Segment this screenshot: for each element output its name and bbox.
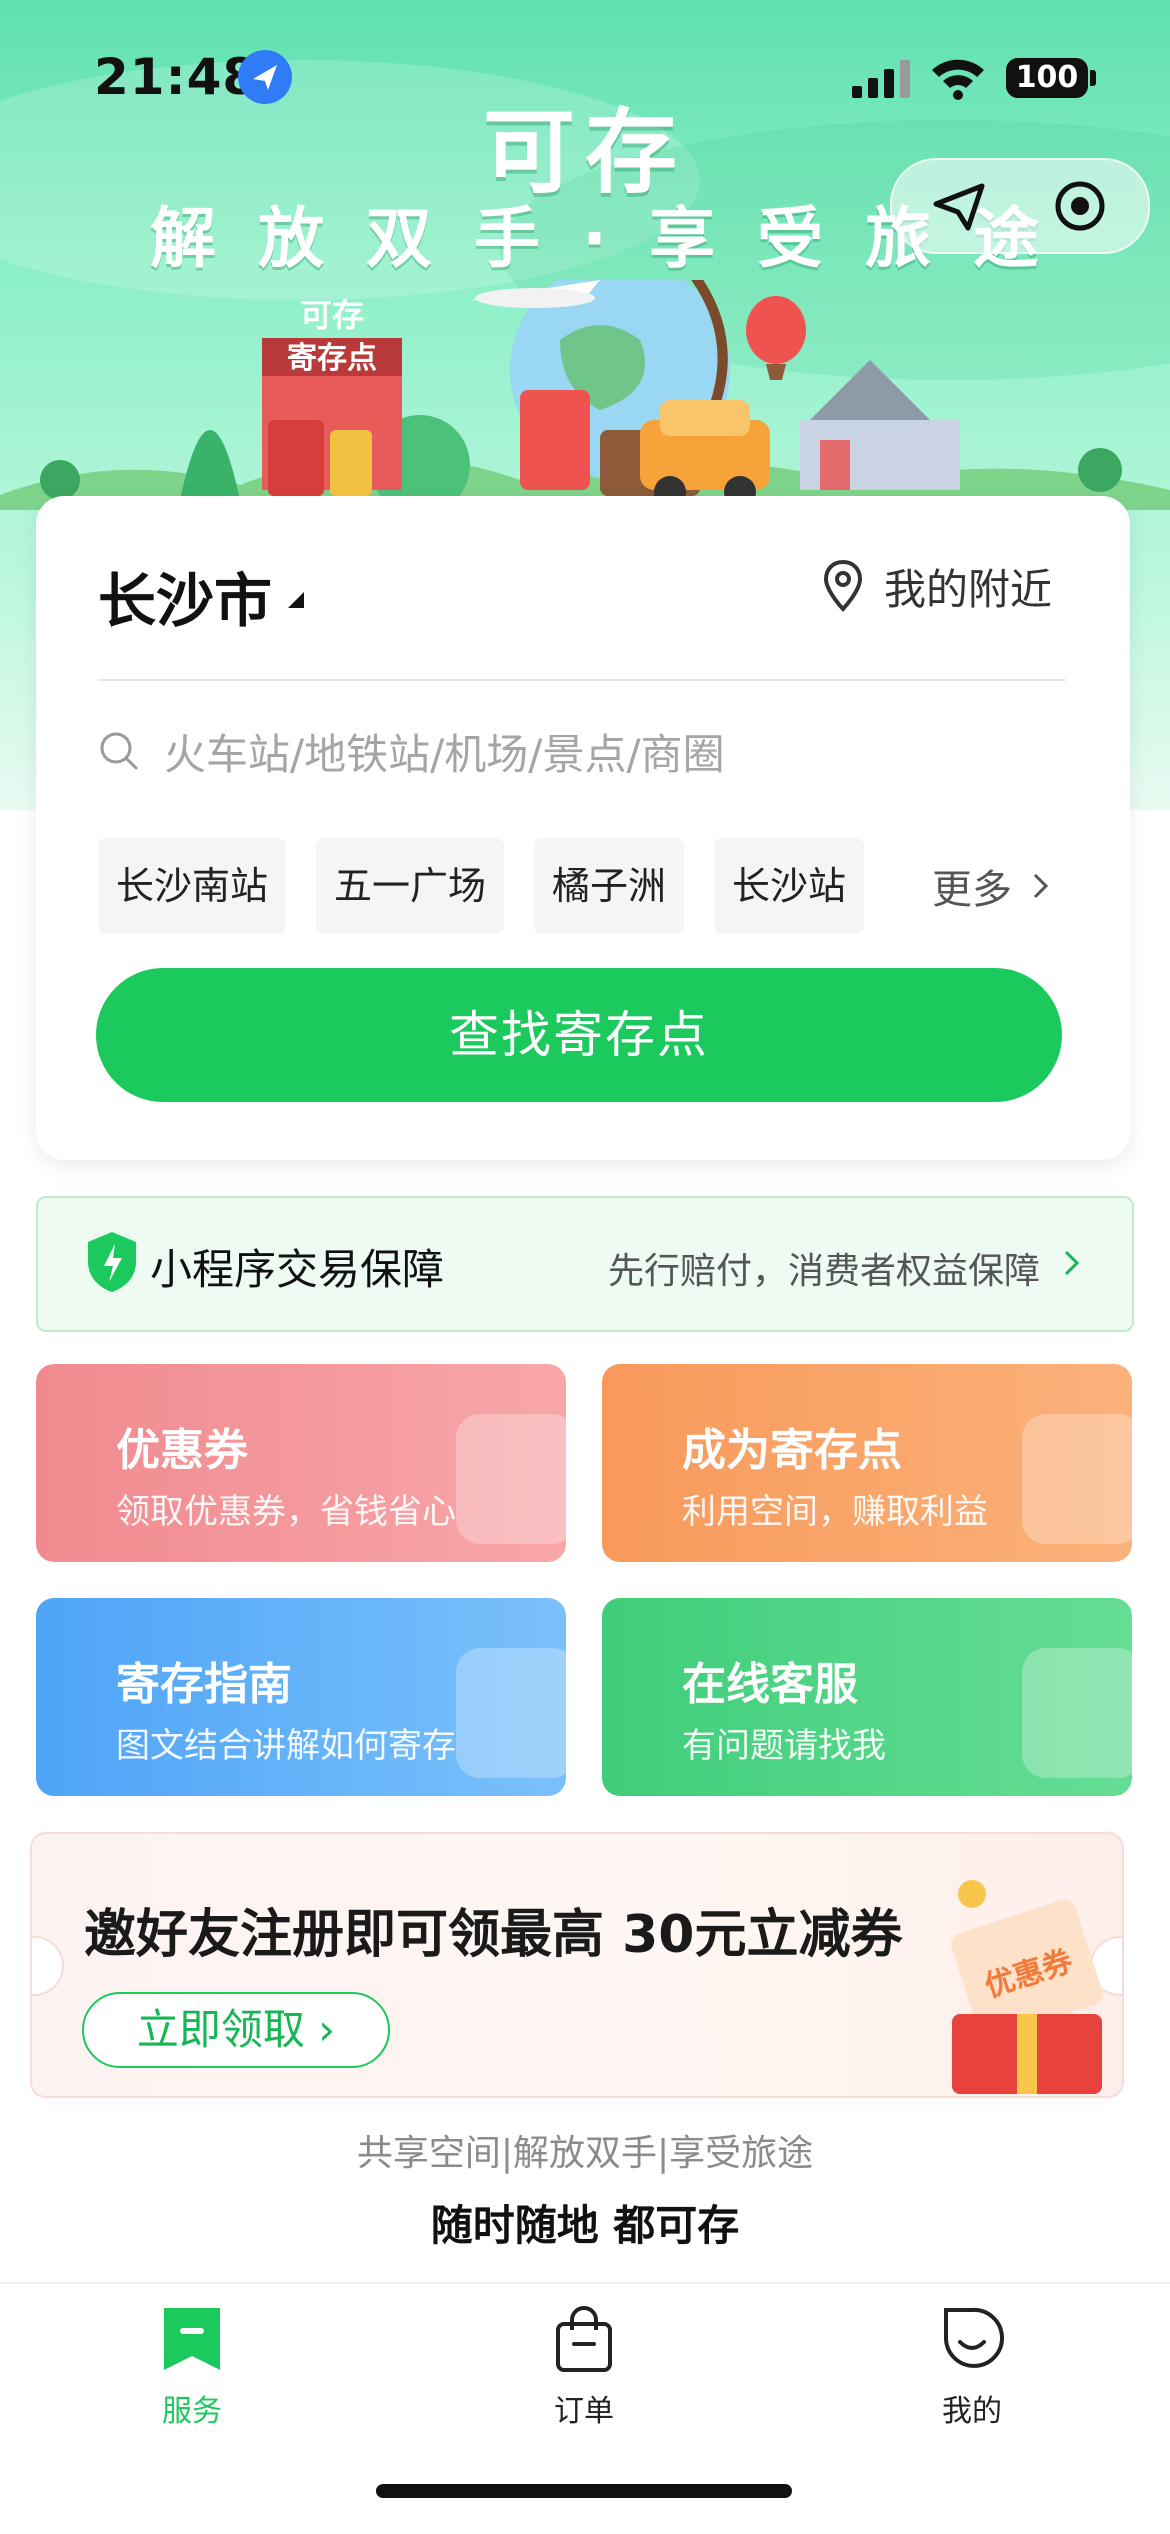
- bookmark-icon: [164, 2308, 220, 2370]
- quick-tag-wuyi-square[interactable]: 五一广场: [316, 838, 505, 934]
- tile-subtitle: 有问题请找我: [682, 1726, 886, 1766]
- sign-top-text: 可存: [300, 296, 364, 334]
- search-icon: [100, 732, 138, 770]
- bell-decor-icon: [456, 1648, 566, 1778]
- chevron-right-icon: [1064, 1250, 1080, 1276]
- online-service-tile[interactable]: 在线客服 有问题请找我: [602, 1598, 1132, 1796]
- tile-title: 成为寄存点: [682, 1425, 902, 1476]
- tab-label: 订单: [554, 2394, 614, 2429]
- quick-tag-orange-isle[interactable]: 橘子洲: [534, 838, 685, 934]
- tab-service[interactable]: 服务: [92, 2304, 292, 2444]
- coupon-tile[interactable]: 优惠券 领取优惠券，省钱省心: [36, 1364, 566, 1562]
- search-input[interactable]: 火车站/地铁站/机场/景点/商圈: [98, 716, 725, 786]
- claim-now-button[interactable]: 立即领取 ›: [82, 1992, 390, 2068]
- tile-title: 寄存指南: [116, 1659, 292, 1710]
- coupon-decor-icon: [456, 1414, 566, 1544]
- house-decor-icon: [1022, 1414, 1132, 1544]
- quick-tag-list: 长沙南站 五一广场 橘子洲 长沙站: [98, 838, 894, 934]
- transaction-guarantee-bar[interactable]: 小程序交易保障 先行赔付，消费者权益保障: [36, 1196, 1134, 1332]
- search-card: 长沙市 我的附近 火车站/地铁站/机场/景点/商圈 长沙南站 五一广场 橘子洲 …: [36, 496, 1130, 1160]
- home-indicator[interactable]: [376, 2484, 792, 2498]
- headset-decor-icon: [1022, 1648, 1132, 1778]
- become-storage-point-tile[interactable]: 成为寄存点 利用空间，赚取利益: [602, 1364, 1132, 1562]
- share-send-icon[interactable]: [932, 182, 986, 232]
- ticket-notch: [32, 1936, 64, 1996]
- guarantee-title: 小程序交易保障: [150, 1245, 445, 1294]
- quick-tag-changsha-south[interactable]: 长沙南站: [98, 838, 287, 934]
- tile-subtitle: 领取优惠券，省钱省心: [116, 1492, 456, 1532]
- more-label: 更多: [932, 867, 1012, 913]
- more-tags-button[interactable]: 更多: [932, 848, 1052, 924]
- tab-mine[interactable]: 我的: [872, 2304, 1072, 2444]
- tile-subtitle: 图文结合讲解如何寄存: [116, 1726, 456, 1766]
- shopping-bag-icon: [556, 2306, 612, 2372]
- city-dropdown-icon[interactable]: [288, 592, 304, 608]
- tile-title: 在线客服: [682, 1659, 858, 1710]
- tab-order[interactable]: 订单: [484, 2304, 684, 2444]
- tab-label: 服务: [162, 2394, 222, 2429]
- footer-motto: 随时随地 都可存: [430, 2201, 740, 2250]
- travel-illustration: 寄存点 可存: [0, 280, 1170, 510]
- find-storage-button[interactable]: 查找寄存点: [96, 968, 1062, 1102]
- close-target-icon[interactable]: [1054, 180, 1106, 232]
- footer-tagline: 共享空间|解放双手|享受旅途: [356, 2133, 814, 2174]
- guarantee-description: 先行赔付，消费者权益保障: [608, 1251, 1041, 1292]
- tab-label: 我的: [942, 2394, 1002, 2429]
- miniprogram-capsule[interactable]: [890, 158, 1150, 254]
- tile-subtitle: 利用空间，赚取利益: [682, 1492, 988, 1532]
- city-selector[interactable]: 长沙市: [98, 554, 272, 638]
- invite-friends-banner[interactable]: 邀好友注册即可领最高 30元立减券 立即领取 › 优惠券: [30, 1832, 1124, 2098]
- coupon-gift-icon: 优惠券: [951, 1880, 1103, 2094]
- location-pin-icon: [823, 559, 863, 612]
- quick-tag-changsha-station[interactable]: 长沙站: [714, 838, 865, 934]
- storage-guide-tile[interactable]: 寄存指南 图文结合讲解如何寄存: [36, 1598, 566, 1796]
- tile-title: 优惠券: [116, 1425, 248, 1476]
- search-placeholder: 火车站/地铁站/机场/景点/商圈: [164, 729, 725, 779]
- chevron-right-icon: [1033, 873, 1049, 899]
- sign-board-text: 寄存点: [287, 341, 377, 376]
- smile-face-icon: [944, 2307, 1004, 2368]
- invite-title: 邀好友注册即可领最高 30元立减券: [84, 1905, 903, 1965]
- shield-icon: [88, 1232, 136, 1292]
- nearby-button[interactable]: 我的附近: [822, 558, 1052, 614]
- nearby-label: 我的附近: [884, 564, 1053, 614]
- divider: [98, 679, 1066, 681]
